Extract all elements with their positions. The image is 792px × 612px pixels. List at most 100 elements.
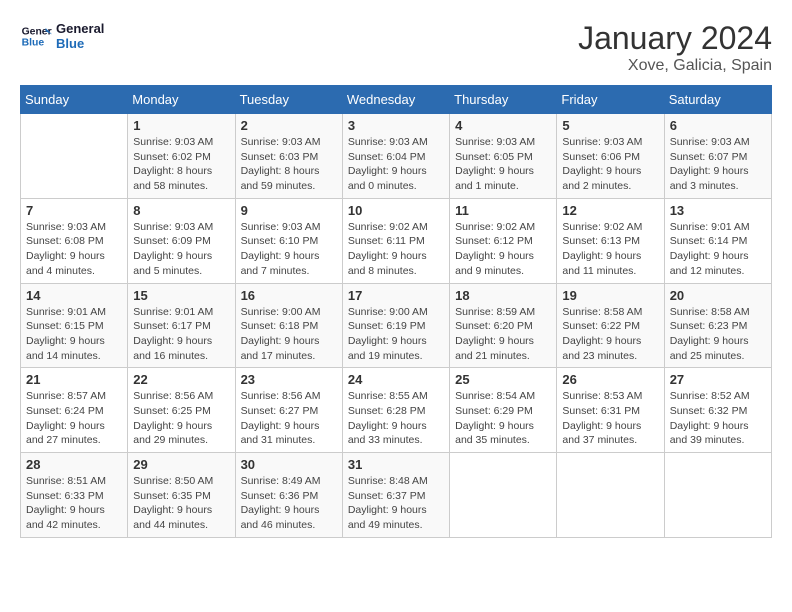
daylight-label: Daylight: 9 hours and 1 minute.	[455, 165, 534, 192]
calendar-cell: 26 Sunrise: 8:53 AM Sunset: 6:31 PM Dayl…	[557, 368, 664, 453]
sunset-label: Sunset: 6:35 PM	[133, 490, 211, 502]
day-number: 31	[348, 457, 444, 472]
day-number: 5	[562, 118, 658, 133]
daylight-label: Daylight: 9 hours and 5 minutes.	[133, 250, 212, 277]
daylight-label: Daylight: 9 hours and 14 minutes.	[26, 335, 105, 362]
calendar-week-row: 1 Sunrise: 9:03 AM Sunset: 6:02 PM Dayli…	[21, 114, 772, 199]
calendar-cell: 9 Sunrise: 9:03 AM Sunset: 6:10 PM Dayli…	[235, 198, 342, 283]
day-number: 2	[241, 118, 337, 133]
calendar-cell: 10 Sunrise: 9:02 AM Sunset: 6:11 PM Dayl…	[342, 198, 449, 283]
daylight-label: Daylight: 9 hours and 11 minutes.	[562, 250, 641, 277]
calendar-cell: 7 Sunrise: 9:03 AM Sunset: 6:08 PM Dayli…	[21, 198, 128, 283]
sunrise-label: Sunrise: 9:03 AM	[562, 136, 642, 148]
daylight-label: Daylight: 9 hours and 46 minutes.	[241, 504, 320, 531]
day-number: 29	[133, 457, 229, 472]
svg-text:Blue: Blue	[22, 38, 45, 49]
calendar-cell: 6 Sunrise: 9:03 AM Sunset: 6:07 PM Dayli…	[664, 114, 771, 199]
daylight-label: Daylight: 9 hours and 2 minutes.	[562, 165, 641, 192]
day-info: Sunrise: 8:52 AM Sunset: 6:32 PM Dayligh…	[670, 389, 766, 448]
sunrise-label: Sunrise: 9:03 AM	[26, 221, 106, 233]
calendar-cell: 8 Sunrise: 9:03 AM Sunset: 6:09 PM Dayli…	[128, 198, 235, 283]
sunset-label: Sunset: 6:06 PM	[562, 151, 640, 163]
sunrise-label: Sunrise: 8:58 AM	[670, 306, 750, 318]
calendar-cell	[557, 453, 664, 538]
calendar-cell	[21, 114, 128, 199]
sunset-label: Sunset: 6:18 PM	[241, 320, 319, 332]
logo-general-text: General	[56, 21, 104, 36]
sunrise-label: Sunrise: 8:51 AM	[26, 475, 106, 487]
daylight-label: Daylight: 9 hours and 12 minutes.	[670, 250, 749, 277]
weekday-header: Thursday	[450, 86, 557, 114]
daylight-label: Daylight: 9 hours and 17 minutes.	[241, 335, 320, 362]
sunset-label: Sunset: 6:17 PM	[133, 320, 211, 332]
daylight-label: Daylight: 9 hours and 7 minutes.	[241, 250, 320, 277]
day-info: Sunrise: 9:03 AM Sunset: 6:05 PM Dayligh…	[455, 135, 551, 194]
day-number: 14	[26, 288, 122, 303]
day-info: Sunrise: 9:02 AM Sunset: 6:11 PM Dayligh…	[348, 220, 444, 279]
sunset-label: Sunset: 6:07 PM	[670, 151, 748, 163]
calendar-table: SundayMondayTuesdayWednesdayThursdayFrid…	[20, 85, 772, 538]
daylight-label: Daylight: 9 hours and 44 minutes.	[133, 504, 212, 531]
day-info: Sunrise: 9:03 AM Sunset: 6:07 PM Dayligh…	[670, 135, 766, 194]
day-info: Sunrise: 8:56 AM Sunset: 6:27 PM Dayligh…	[241, 389, 337, 448]
day-info: Sunrise: 8:56 AM Sunset: 6:25 PM Dayligh…	[133, 389, 229, 448]
sunset-label: Sunset: 6:27 PM	[241, 405, 319, 417]
day-info: Sunrise: 9:01 AM Sunset: 6:17 PM Dayligh…	[133, 305, 229, 364]
calendar-cell	[450, 453, 557, 538]
day-number: 22	[133, 372, 229, 387]
sunset-label: Sunset: 6:20 PM	[455, 320, 533, 332]
day-info: Sunrise: 8:54 AM Sunset: 6:29 PM Dayligh…	[455, 389, 551, 448]
daylight-label: Daylight: 9 hours and 21 minutes.	[455, 335, 534, 362]
sunrise-label: Sunrise: 9:00 AM	[348, 306, 428, 318]
day-info: Sunrise: 9:00 AM Sunset: 6:19 PM Dayligh…	[348, 305, 444, 364]
sunset-label: Sunset: 6:04 PM	[348, 151, 426, 163]
page-header: General Blue General Blue January 2024 X…	[20, 20, 772, 75]
weekday-header: Tuesday	[235, 86, 342, 114]
sunrise-label: Sunrise: 9:01 AM	[26, 306, 106, 318]
daylight-label: Daylight: 9 hours and 3 minutes.	[670, 165, 749, 192]
calendar-cell: 1 Sunrise: 9:03 AM Sunset: 6:02 PM Dayli…	[128, 114, 235, 199]
day-info: Sunrise: 8:48 AM Sunset: 6:37 PM Dayligh…	[348, 474, 444, 533]
daylight-label: Daylight: 9 hours and 33 minutes.	[348, 420, 427, 447]
day-info: Sunrise: 9:03 AM Sunset: 6:10 PM Dayligh…	[241, 220, 337, 279]
day-number: 6	[670, 118, 766, 133]
sunrise-label: Sunrise: 8:49 AM	[241, 475, 321, 487]
day-info: Sunrise: 8:59 AM Sunset: 6:20 PM Dayligh…	[455, 305, 551, 364]
day-info: Sunrise: 8:53 AM Sunset: 6:31 PM Dayligh…	[562, 389, 658, 448]
sunrise-label: Sunrise: 8:56 AM	[133, 390, 213, 402]
calendar-cell: 18 Sunrise: 8:59 AM Sunset: 6:20 PM Dayl…	[450, 283, 557, 368]
day-info: Sunrise: 9:01 AM Sunset: 6:14 PM Dayligh…	[670, 220, 766, 279]
day-info: Sunrise: 8:50 AM Sunset: 6:35 PM Dayligh…	[133, 474, 229, 533]
sunset-label: Sunset: 6:15 PM	[26, 320, 104, 332]
sunset-label: Sunset: 6:09 PM	[133, 235, 211, 247]
sunset-label: Sunset: 6:13 PM	[562, 235, 640, 247]
weekday-header: Saturday	[664, 86, 771, 114]
day-number: 23	[241, 372, 337, 387]
day-info: Sunrise: 8:58 AM Sunset: 6:23 PM Dayligh…	[670, 305, 766, 364]
daylight-label: Daylight: 9 hours and 25 minutes.	[670, 335, 749, 362]
daylight-label: Daylight: 9 hours and 0 minutes.	[348, 165, 427, 192]
day-info: Sunrise: 9:03 AM Sunset: 6:06 PM Dayligh…	[562, 135, 658, 194]
sunset-label: Sunset: 6:03 PM	[241, 151, 319, 163]
sunset-label: Sunset: 6:29 PM	[455, 405, 533, 417]
sunset-label: Sunset: 6:23 PM	[670, 320, 748, 332]
daylight-label: Daylight: 9 hours and 16 minutes.	[133, 335, 212, 362]
sunset-label: Sunset: 6:28 PM	[348, 405, 426, 417]
calendar-cell: 27 Sunrise: 8:52 AM Sunset: 6:32 PM Dayl…	[664, 368, 771, 453]
sunset-label: Sunset: 6:02 PM	[133, 151, 211, 163]
calendar-cell: 11 Sunrise: 9:02 AM Sunset: 6:12 PM Dayl…	[450, 198, 557, 283]
daylight-label: Daylight: 9 hours and 4 minutes.	[26, 250, 105, 277]
day-info: Sunrise: 9:03 AM Sunset: 6:09 PM Dayligh…	[133, 220, 229, 279]
day-info: Sunrise: 9:03 AM Sunset: 6:04 PM Dayligh…	[348, 135, 444, 194]
sunset-label: Sunset: 6:08 PM	[26, 235, 104, 247]
sunrise-label: Sunrise: 8:53 AM	[562, 390, 642, 402]
day-info: Sunrise: 9:03 AM Sunset: 6:03 PM Dayligh…	[241, 135, 337, 194]
day-number: 25	[455, 372, 551, 387]
sunset-label: Sunset: 6:32 PM	[670, 405, 748, 417]
daylight-label: Daylight: 9 hours and 8 minutes.	[348, 250, 427, 277]
sunrise-label: Sunrise: 9:02 AM	[348, 221, 428, 233]
sunrise-label: Sunrise: 9:00 AM	[241, 306, 321, 318]
day-number: 15	[133, 288, 229, 303]
calendar-cell: 3 Sunrise: 9:03 AM Sunset: 6:04 PM Dayli…	[342, 114, 449, 199]
day-number: 16	[241, 288, 337, 303]
